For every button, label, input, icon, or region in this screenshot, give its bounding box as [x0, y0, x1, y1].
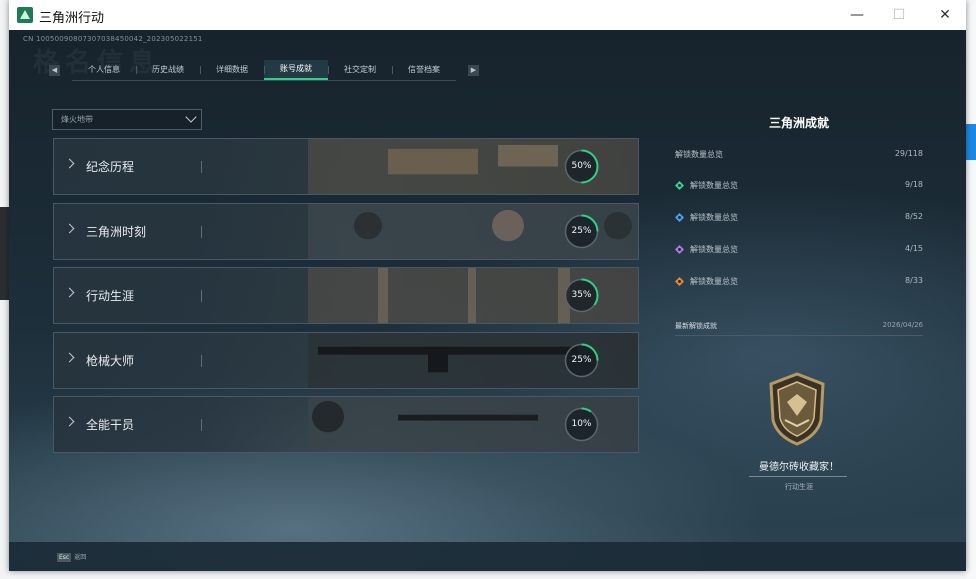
tab-list: 个人信息 历史战绩 详细数据 账号成就 社交定制 信誉档案 — [72, 59, 456, 81]
progress-percent: 25% — [571, 225, 592, 236]
latest-unlock-header: 最新解锁成就 2026/04/26 — [675, 321, 923, 331]
total-unlock-stat: 解锁数量总览 29/118 — [675, 149, 923, 163]
back-hint[interactable]: Esc 返回 — [57, 552, 86, 562]
green-tier-icon — [675, 181, 684, 190]
bottom-bar: Esc 返回 — [9, 542, 966, 571]
tab-4[interactable]: 账号成就 — [264, 59, 328, 80]
user-id-text: CN 10050090807307038450042_202305022151 — [23, 35, 203, 43]
divider — [201, 354, 202, 367]
app-window: 三角洲行动 — ☐ ✕ 格名信息 CN 10050090807307038450… — [9, 0, 966, 571]
category-row[interactable]: 三角洲时刻 25% — [53, 202, 639, 260]
progress-percent: 50% — [571, 161, 592, 171]
tier-stat-label: 解锁数量总览 — [690, 213, 738, 222]
blue-tier-icon — [675, 213, 684, 222]
close-button[interactable]: ✕ — [935, 5, 955, 25]
category-row[interactable]: 行动生涯 35% — [53, 267, 639, 325]
divider — [201, 161, 202, 173]
latest-unlock-date: 2026/04/26 — [882, 321, 923, 329]
divider — [201, 225, 202, 238]
category-label: 全能干员 — [86, 418, 135, 433]
back-label: 返回 — [74, 554, 87, 561]
tier-stat: 解锁数量总览 8/33 — [675, 276, 923, 290]
achievement-badge-icon[interactable] — [767, 372, 827, 446]
window-title: 三角洲行动 — [39, 11, 105, 26]
tab-next-icon[interactable]: ▶ — [468, 64, 479, 76]
tier-stat-value: 8/33 — [905, 276, 923, 285]
maximize-button[interactable]: ☐ — [889, 5, 909, 25]
progress-percent: 25% — [571, 354, 592, 365]
desktop-right-strip — [966, 0, 976, 579]
category-label: 三角洲时刻 — [86, 224, 147, 239]
category-row[interactable]: 枪械大师 25% — [53, 331, 639, 389]
progress-percent: 35% — [571, 290, 592, 301]
category-label: 枪械大师 — [86, 353, 135, 368]
tab-2[interactable]: 历史战绩 — [136, 60, 200, 80]
category-label: 纪念历程 — [86, 160, 135, 174]
tier-stat: 解锁数量总览 9/18 — [675, 180, 923, 194]
title-bar: 三角洲行动 — ☐ ✕ — [9, 0, 966, 30]
divider — [201, 290, 202, 303]
total-unlock-value: 29/118 — [894, 149, 923, 158]
tab-3[interactable]: 详细数据 — [200, 60, 264, 80]
progress-percent: 10% — [571, 419, 592, 430]
chevron-right-icon — [64, 158, 75, 169]
tier-stat: 解锁数量总览 4/15 — [675, 244, 923, 258]
progress-ring: 50% — [563, 148, 600, 185]
progress-ring: 25% — [563, 342, 600, 379]
panel-title: 三角洲成就 — [768, 116, 829, 130]
purple-tier-icon — [675, 245, 684, 254]
tab-bar: ◀ 个人信息 历史战绩 详细数据 账号成就 社交定制 信誉档案 ▶ — [49, 59, 479, 81]
latest-achievement-category: 行动生涯 — [785, 483, 813, 491]
desktop-dark-bar — [0, 207, 9, 300]
main-content: 格名信息 CN 10050090807307038450042_20230502… — [9, 30, 966, 571]
mode-filter-dropdown[interactable]: 烽火地带 — [52, 109, 202, 130]
tab-6[interactable]: 信誉档案 — [392, 60, 456, 80]
latest-unlock-label: 最新解锁成就 — [675, 322, 717, 330]
orange-tier-icon — [675, 277, 684, 286]
mode-filter-value: 烽火地带 — [61, 115, 93, 124]
achievement-category-list: 纪念历程 50% 三角洲时刻 25% 行动生涯 35% 枪械大师 25% 全能干员 10% — [53, 138, 639, 461]
category-row[interactable]: 纪念历程 50% — [53, 138, 639, 195]
tab-5[interactable]: 社交定制 — [328, 60, 392, 80]
divider — [749, 476, 847, 477]
category-label: 行动生涯 — [86, 289, 135, 304]
tier-stat-label: 解锁数量总览 — [690, 181, 738, 190]
divider — [675, 335, 923, 336]
minimize-button[interactable]: — — [847, 5, 867, 25]
chevron-right-icon — [64, 287, 75, 298]
desktop-left-strip — [0, 0, 9, 579]
chevron-right-icon — [64, 352, 75, 363]
chevron-down-icon — [185, 111, 197, 123]
tab-prev-icon[interactable]: ◀ — [49, 64, 60, 76]
chevron-right-icon — [64, 223, 75, 234]
tier-stat-label: 解锁数量总览 — [690, 277, 738, 286]
progress-ring: 35% — [563, 277, 600, 314]
category-row[interactable]: 全能干员 10% — [53, 396, 639, 454]
chevron-right-icon — [64, 416, 75, 427]
tier-stat-label: 解锁数量总览 — [690, 245, 738, 254]
latest-achievement-name: 曼德尔砖收藏家！ — [759, 462, 839, 473]
tier-stat: 解锁数量总览 8/52 — [675, 212, 923, 226]
desktop-blue-block — [966, 124, 976, 160]
progress-ring: 25% — [563, 213, 600, 250]
tier-stat-value: 9/18 — [905, 180, 923, 189]
tier-stat-value: 8/52 — [905, 212, 923, 221]
esc-key-icon: Esc — [57, 553, 72, 562]
divider — [201, 419, 202, 432]
tier-stat-value: 4/15 — [905, 244, 923, 253]
total-unlock-label: 解锁数量总览 — [675, 150, 723, 159]
progress-ring: 10% — [563, 406, 600, 443]
desktop-bottom-strip — [9, 571, 966, 579]
tab-1[interactable]: 个人信息 — [72, 60, 136, 80]
app-logo-icon — [17, 7, 33, 23]
